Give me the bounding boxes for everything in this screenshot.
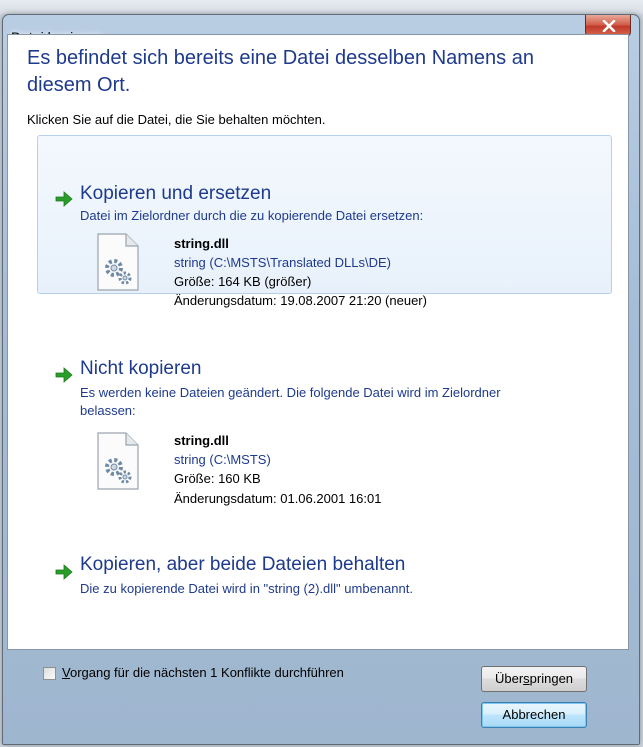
dialog-heading: Es befindet sich bereits eine Datei dess…: [27, 47, 534, 96]
label-text: organg für die nächsten 1 Konflikte durc…: [69, 665, 344, 680]
option-title-copy-replace[interactable]: Kopieren und ersetzen: [80, 183, 271, 205]
file-name: string.dll: [174, 236, 229, 251]
cancel-button[interactable]: Abbrechen: [481, 702, 587, 728]
file-path: string (C:\MSTS\Translated DLLs\DE): [174, 255, 391, 270]
apply-to-all-checkbox[interactable]: [43, 667, 56, 680]
file-size: Größe: 164 KB (größer): [174, 274, 312, 289]
green-arrow-icon: [55, 191, 73, 207]
dialog-subheading: Klicken Sie auf die Datei, die Sie behal…: [27, 112, 326, 127]
option-title-do-not-copy[interactable]: Nicht kopieren: [80, 358, 201, 380]
dll-file-icon: [97, 233, 139, 291]
file-modified-date: Änderungsdatum: 01.06.2001 16:01: [174, 491, 382, 506]
skip-button[interactable]: Überspringen: [481, 666, 587, 692]
file-modified-date: Änderungsdatum: 19.08.2007 21:20 (neuer): [174, 293, 427, 308]
option-desc-copy-replace: Datei im Zielordner durch die zu kopiere…: [80, 208, 424, 223]
apply-to-all-label[interactable]: Vorgang für die nächsten 1 Konflikte dur…: [62, 665, 344, 680]
file-name: string.dll: [174, 433, 229, 448]
option-desc-do-not-copy-line1: Es werden keine Dateien geändert. Die fo…: [80, 385, 501, 400]
green-arrow-icon: [55, 367, 73, 383]
option-desc-keep-both: Die zu kopierende Datei wird in "string …: [80, 581, 413, 596]
label-text: pringen: [529, 671, 574, 686]
green-arrow-icon: [55, 564, 73, 580]
option-title-keep-both[interactable]: Kopieren, aber beide Dateien behalten: [80, 554, 405, 576]
label-text: Über: [494, 671, 524, 686]
file-size: Größe: 160 KB: [174, 471, 261, 486]
accelerator-key: V: [62, 665, 70, 680]
close-icon: [602, 20, 616, 32]
file-path: string (C:\MSTS): [174, 452, 271, 467]
background-strip: [0, 0, 643, 14]
dll-file-icon: [97, 432, 139, 490]
option-desc-do-not-copy-line2: belassen:: [80, 403, 136, 418]
